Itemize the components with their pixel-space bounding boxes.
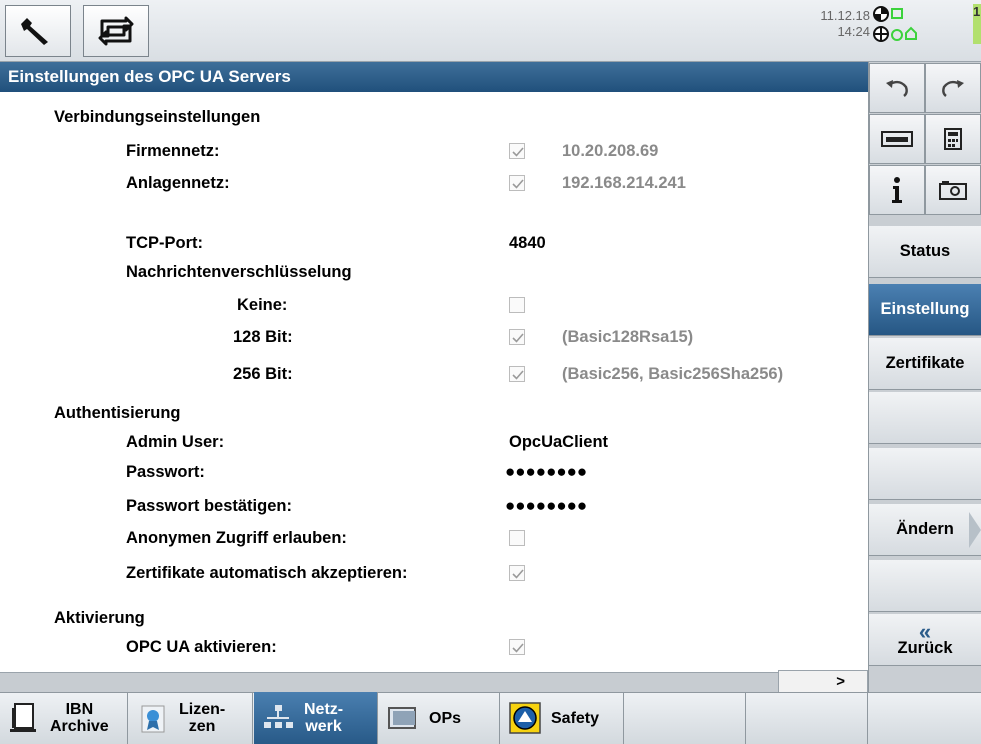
check-icon (512, 643, 524, 653)
license-icon (141, 705, 165, 733)
opc-activate-checkbox[interactable] (509, 639, 525, 655)
chevron-right-icon (969, 512, 981, 548)
softkey-zurueck[interactable]: « Zurück (869, 614, 981, 666)
screenshot-button[interactable] (925, 165, 981, 215)
softkey-empty-2 (869, 448, 981, 500)
password-field[interactable]: ●●●●●●●● (505, 462, 587, 482)
softkey-status[interactable]: Status (869, 226, 981, 278)
section-heading-connection: Verbindungseinstellungen (54, 108, 261, 126)
softkey-lizenzen[interactable]: Lizen-zen (129, 692, 253, 744)
firmennetz-checkbox[interactable] (509, 143, 525, 159)
anlagennetz-label: Anlagennetz: (126, 174, 230, 192)
bit128-label: 128 Bit: (233, 328, 293, 346)
check-icon (512, 179, 524, 189)
softkey-zurueck-label: Zurück (897, 638, 953, 657)
softkey-einstellung[interactable]: Einstellung (869, 284, 981, 336)
redo-button[interactable] (925, 63, 981, 113)
calculator-icon (944, 128, 962, 150)
network-icon (264, 705, 293, 728)
settings-form: Verbindungseinstellungen Firmennetz: 10.… (0, 92, 868, 672)
ibn-line1: IBN (65, 701, 94, 718)
channel-status-icon (873, 6, 917, 42)
keyboard-icon (881, 131, 913, 147)
redo-icon (942, 80, 964, 97)
anlagennetz-value: 192.168.214.241 (562, 174, 686, 192)
ibn-line2: Archive (50, 718, 109, 735)
wrench-button[interactable] (5, 5, 71, 57)
keyboard-button[interactable] (869, 114, 925, 164)
password-confirm-label: Passwort bestätigen: (126, 497, 292, 515)
cycle-icon (98, 16, 134, 46)
keine-label: Keine: (237, 296, 288, 314)
bit256-label: 256 Bit: (233, 365, 293, 383)
safety-icon (509, 702, 541, 734)
softkey-zertifikate[interactable]: Zertifikate (869, 338, 981, 390)
admin-user-label: Admin User: (126, 433, 225, 451)
auto-accept-cert-checkbox[interactable] (509, 565, 525, 581)
netz-line1: Netz- (304, 701, 344, 718)
softkey-empty-3 (869, 560, 981, 612)
tcp-port-label: TCP-Port: (126, 234, 203, 252)
softkey-empty-1 (869, 392, 981, 444)
camera-icon (939, 181, 967, 200)
auto-accept-cert-label: Zertifikate automatisch akzeptieren: (126, 564, 408, 582)
anonymous-access-checkbox[interactable] (509, 530, 525, 546)
info-icon (892, 177, 902, 203)
undo-button[interactable] (869, 63, 925, 113)
header-bar: 11.12.18 14:24 1 (0, 0, 981, 62)
password-label: Passwort: (126, 463, 205, 481)
section-heading-auth: Authentisierung (54, 404, 181, 422)
admin-user-value: OpcUaClient (509, 433, 609, 451)
undo-icon (886, 80, 908, 97)
check-icon (512, 333, 524, 343)
softkey-aendern-label: Ändern (896, 520, 954, 538)
time-text: 14:24 (837, 24, 870, 39)
anlagennetz-checkbox[interactable] (509, 175, 525, 191)
page-title: Einstellungen des OPC UA Servers (0, 62, 868, 92)
bit256-value: (Basic256, Basic256Sha256) (562, 365, 784, 383)
section-heading-activation: Aktivierung (54, 609, 145, 627)
check-icon (512, 147, 524, 157)
double-chevron-left-icon: « (918, 618, 932, 644)
tcp-port-value: 4840 (509, 234, 546, 252)
lizen-line1: Lizen- (179, 701, 226, 718)
softkey-safety[interactable]: Safety (501, 692, 624, 744)
scroll-right-button[interactable]: > (778, 670, 868, 694)
channel-label: 1 (973, 4, 981, 44)
keine-checkbox[interactable] (509, 297, 525, 313)
opc-activate-label: OPC UA aktivieren: (126, 638, 277, 656)
operator-panel-icon (388, 707, 416, 729)
softkey-empty-h3 (869, 692, 981, 744)
check-icon (512, 569, 524, 579)
status-icons: 1 (872, 4, 981, 58)
softkey-ops[interactable]: OPs (379, 692, 500, 744)
netz-line2: werk (305, 718, 342, 735)
softkey-empty-h1 (625, 692, 746, 744)
safety-label: Safety (551, 709, 600, 727)
ops-label: OPs (429, 709, 462, 727)
check-icon (512, 370, 524, 380)
password-confirm-field[interactable]: ●●●●●●●● (505, 496, 587, 516)
softkey-empty-h2 (747, 692, 868, 744)
date-text: 11.12.18 (820, 8, 870, 23)
bit256-checkbox[interactable] (509, 366, 525, 382)
cycle-button[interactable] (83, 5, 149, 57)
bit128-value: (Basic128Rsa15) (562, 328, 694, 346)
encryption-heading: Nachrichtenverschlüsselung (126, 263, 352, 281)
calculator-button[interactable] (925, 114, 981, 164)
softkey-netzwerk[interactable]: Netz-werk (254, 692, 378, 744)
archive-icon (10, 703, 36, 732)
softkey-ibn-archive[interactable]: IBN Archive (0, 692, 128, 744)
lizen-line2: zen (188, 718, 216, 735)
info-button[interactable] (869, 165, 925, 215)
firmennetz-label: Firmennetz: (126, 142, 220, 160)
firmennetz-value: 10.20.208.69 (562, 142, 659, 160)
horizontal-scrollbar[interactable] (0, 672, 868, 692)
softkey-aendern[interactable]: Ändern (869, 504, 981, 556)
anonymous-access-label: Anonymen Zugriff erlauben: (126, 529, 347, 547)
clock: 11.12.18 14:24 (796, 8, 870, 40)
bit128-checkbox[interactable] (509, 329, 525, 345)
wrench-icon (21, 18, 48, 45)
